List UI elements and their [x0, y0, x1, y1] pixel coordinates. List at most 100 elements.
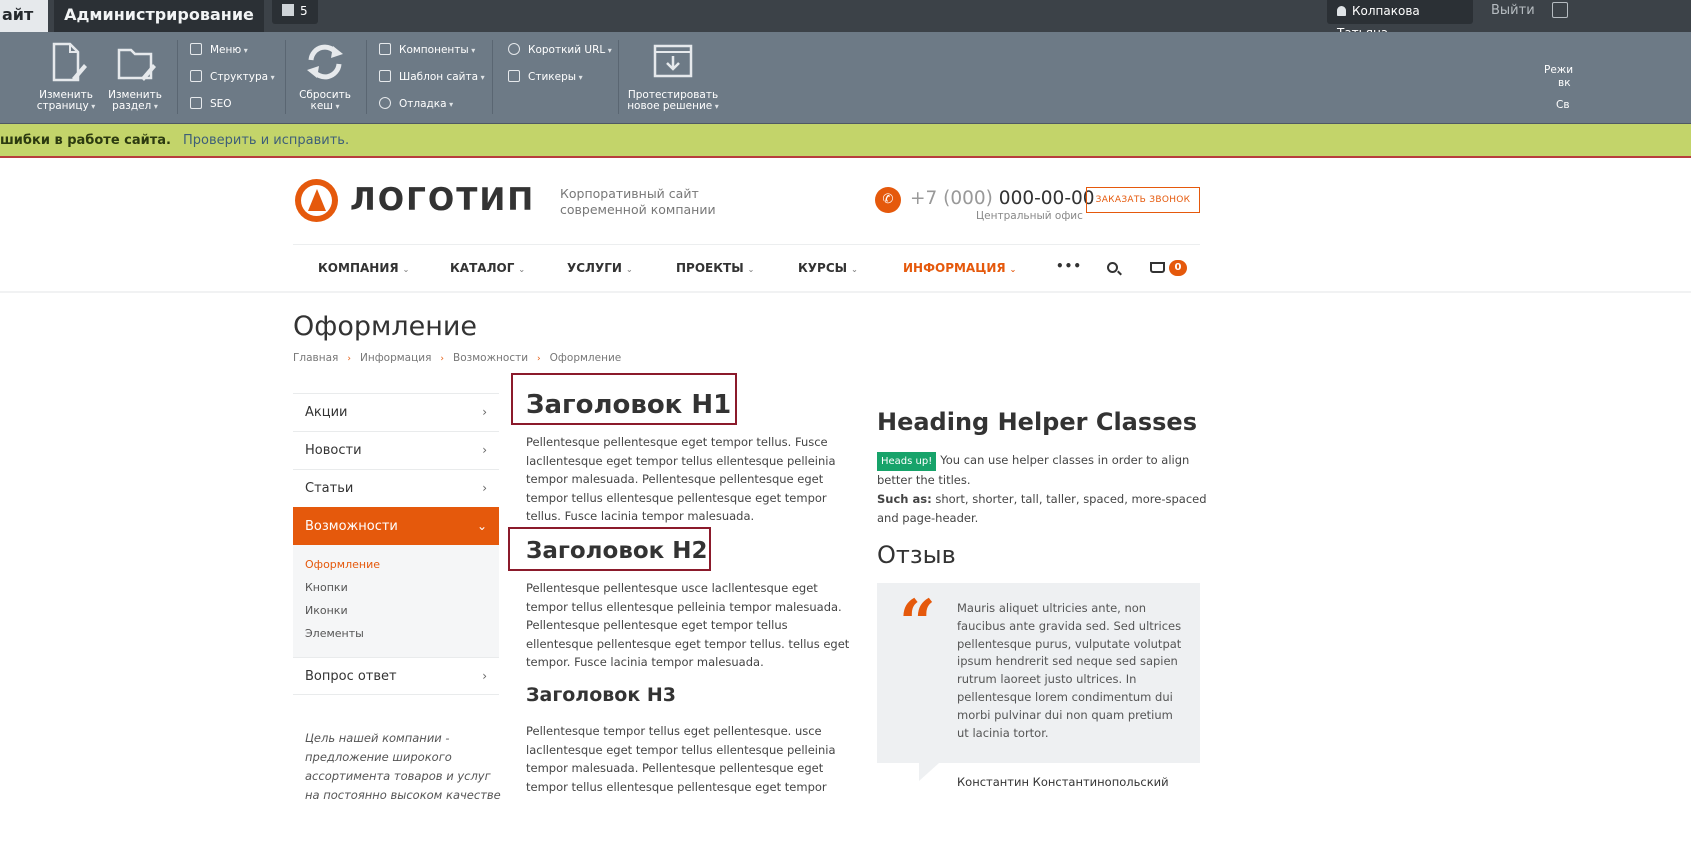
components-item[interactable]: Компоненты: [379, 41, 475, 59]
nav-label: ПРОЕКТЫ: [676, 261, 744, 275]
edit-page-icon: [52, 42, 87, 82]
breadcrumb-chevron-icon: ›: [537, 354, 541, 364]
edit-section-icon: [117, 48, 156, 81]
breadcrumb-information[interactable]: Информация: [360, 352, 431, 364]
structure-item[interactable]: Структура: [190, 68, 275, 86]
debug-item[interactable]: Отладка: [379, 95, 453, 113]
slogan-line-2: современной компании: [560, 202, 716, 217]
nav-item-company[interactable]: КОМПАНИЯ ⌄: [318, 261, 409, 275]
toolbar-divider: [492, 40, 493, 114]
chevron-down-icon: ⌄: [625, 265, 633, 274]
cart-icon[interactable]: [1150, 262, 1165, 273]
nav-item-catalog[interactable]: КАТАЛОГ ⌄: [450, 261, 525, 275]
sidebar-item-articles[interactable]: Статьи ›: [293, 469, 499, 507]
menu-item[interactable]: Меню: [190, 41, 248, 59]
sidebar-item-promotions[interactable]: Акции ›: [293, 393, 499, 431]
warning-fix-link[interactable]: Проверить и исправить.: [183, 133, 349, 148]
sidebar-subitem-design[interactable]: Оформление: [305, 553, 499, 576]
toolbar-divider: [285, 40, 286, 114]
link-icon: [508, 43, 520, 55]
user-icon: [1337, 6, 1346, 16]
order-call-button[interactable]: ЗАКАЗАТЬ ЗВОНОК: [1086, 187, 1200, 213]
breadcrumb-chevron-icon: ›: [440, 354, 445, 364]
tab-administration[interactable]: Администрирование: [54, 0, 264, 32]
edit-page-label-2: страницу: [37, 100, 96, 112]
sidebar-item-label: Акции: [305, 405, 348, 420]
debug-gauge-icon: [379, 97, 391, 109]
sidebar-item-features[interactable]: Возможности ⌄: [293, 507, 499, 545]
sidebar-item-news[interactable]: Новости ›: [293, 431, 499, 469]
site-template-label: Шаблон сайта: [399, 71, 479, 83]
sidebar-subitem-icons[interactable]: Иконки: [305, 599, 499, 622]
paragraph-2: Pellentesque pellentesque usce lacllente…: [526, 581, 850, 670]
chevron-right-icon: ›: [482, 669, 487, 683]
quote-icon: “: [899, 586, 936, 661]
sticker-icon: [508, 70, 520, 82]
edit-section-button[interactable]: Изменить раздел: [104, 40, 166, 112]
short-url-item[interactable]: Короткий URL: [508, 41, 612, 59]
nav-label: КУРСЫ: [798, 261, 848, 275]
sidebar-quote: Цель нашей компании - предложение широко…: [305, 731, 501, 802]
template-icon: [379, 70, 391, 82]
clear-cache-label-2: кеш: [311, 100, 340, 112]
toolbar-right-cut[interactable]: Режи вк Св: [1544, 64, 1573, 112]
chevron-down-icon: ⌄: [518, 265, 526, 274]
search-icon[interactable]: [1107, 262, 1118, 273]
warning-text: шибки в работе сайта.: [0, 133, 171, 148]
breadcrumb-features[interactable]: Возможности: [453, 352, 528, 364]
seo-item[interactable]: SEO: [190, 95, 232, 113]
chevron-down-icon: ⌄: [402, 265, 410, 274]
admin-top-bar: айт Администрирование 5 Колпакова Татьян…: [0, 0, 1691, 40]
sidebar: Акции › Новости › Статьи › Возможности ⌄ Офо…: [293, 393, 499, 695]
menu-label: Меню: [210, 44, 242, 56]
cart-count-badge[interactable]: 0: [1169, 260, 1187, 276]
office-label: Центральный офис: [976, 210, 1083, 222]
stickers-item[interactable]: Стикеры: [508, 68, 583, 86]
phone-digits: 000-00-00: [998, 188, 1095, 209]
breadcrumb-chevron-icon: ›: [347, 354, 351, 364]
menu-icon: [190, 43, 202, 55]
notifications-button[interactable]: 5: [272, 0, 318, 24]
sidebar-subitem-elements[interactable]: Элементы: [305, 622, 499, 645]
seo-chart-icon: [190, 97, 202, 109]
nav-item-courses[interactable]: КУРСЫ ⌄: [798, 261, 858, 275]
test-solution-button[interactable]: Протестировать новое решение: [626, 40, 720, 112]
window-toggle-icon[interactable]: [1552, 2, 1568, 18]
clear-cache-button[interactable]: Сбросить кеш: [292, 40, 358, 112]
site-template-item[interactable]: Шаблон сайта: [379, 68, 485, 86]
sidebar-item-label: Вопрос ответ: [305, 669, 397, 684]
sidebar-item-label: Возможности: [305, 519, 398, 534]
logo-icon[interactable]: [295, 179, 338, 222]
nav-item-services[interactable]: УСЛУГИ ⌄: [567, 261, 633, 275]
components-label: Компоненты: [399, 44, 469, 56]
heads-up-badge: Heads up!: [877, 452, 937, 471]
phone-number[interactable]: +7 (000) 000-00-00: [910, 188, 1095, 209]
sidebar-item-faq[interactable]: Вопрос ответ ›: [293, 657, 499, 695]
sidebar-subitem-buttons[interactable]: Кнопки: [305, 576, 499, 599]
nav-item-projects[interactable]: ПРОЕКТЫ ⌄: [676, 261, 754, 275]
logo-text[interactable]: ЛОГОТИП: [350, 182, 535, 218]
chevron-down-icon: ⌄: [1009, 265, 1017, 274]
user-menu-button[interactable]: Колпакова Татьяна: [1327, 0, 1473, 40]
nav-bottom-border: [0, 291, 1691, 293]
heading-h3: Заголовок H3: [526, 684, 676, 706]
paragraph-1: Pellentesque pellentesque eget tempor te…: [526, 435, 836, 524]
phone-prefix: +7 (000): [910, 188, 993, 209]
structure-label: Структура: [210, 71, 269, 83]
breadcrumb-home[interactable]: Главная: [293, 352, 338, 364]
logout-link[interactable]: Выйти: [1491, 0, 1535, 24]
edit-page-button[interactable]: Изменить страницу: [34, 40, 98, 112]
chevron-right-icon: ›: [482, 481, 487, 495]
nav-item-information[interactable]: ИНФОРМАЦИЯ ⌄: [903, 261, 1016, 275]
tab-site[interactable]: айт: [0, 0, 48, 32]
nav-more-button[interactable]: •••: [1056, 259, 1082, 273]
chevron-down-icon: ⌄: [851, 265, 858, 274]
review-text: Mauris aliquet ultricies ante, non fauci…: [957, 601, 1182, 740]
toolbar-divider: [366, 40, 367, 114]
test-solution-label-2: новое решение: [627, 100, 719, 112]
slogan: Корпоративный сайт современной компании: [560, 186, 740, 218]
breadcrumb-current: Оформление: [549, 352, 622, 364]
short-url-label: Короткий URL: [528, 44, 606, 56]
nav-label: КОМПАНИЯ: [318, 261, 399, 275]
warning-bar: шибки в работе сайта. Проверить и исправи…: [0, 124, 1691, 158]
